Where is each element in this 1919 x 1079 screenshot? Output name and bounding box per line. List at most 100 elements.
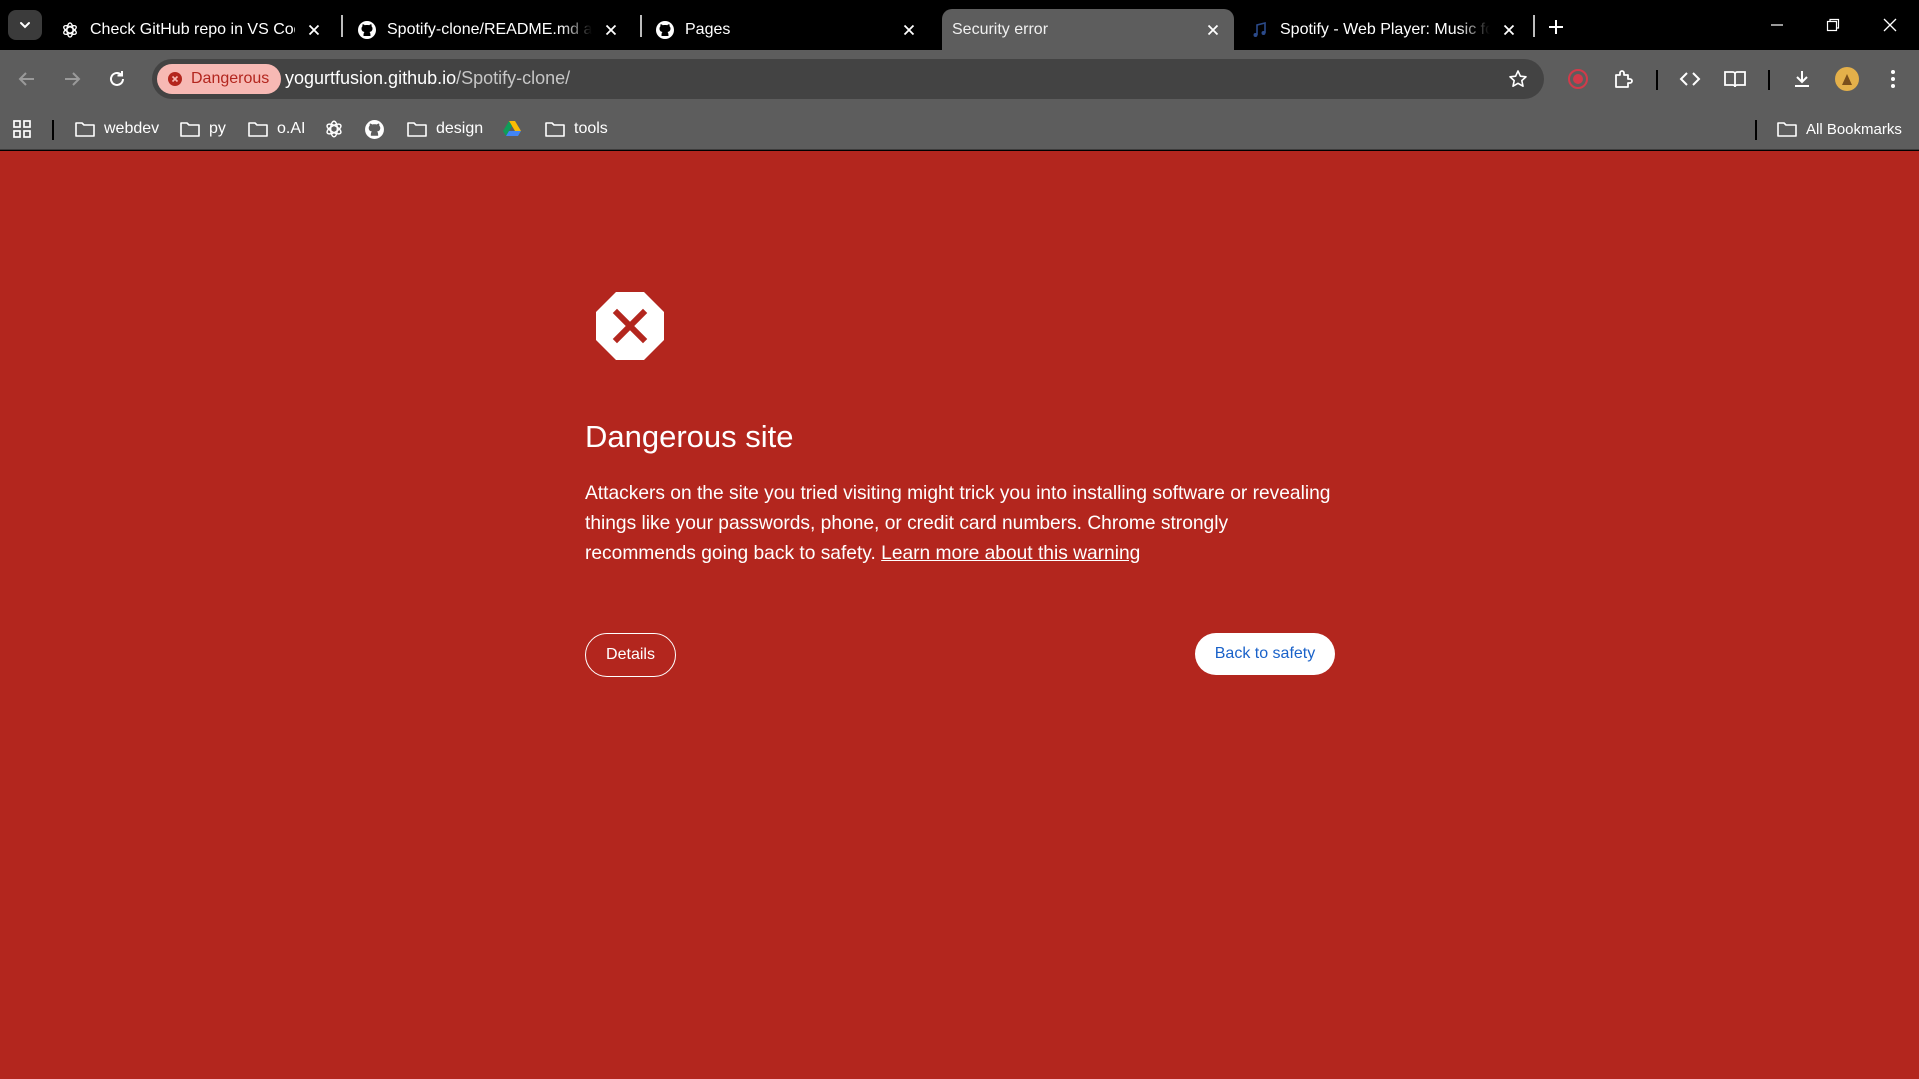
reload-icon [110,71,124,86]
back-button[interactable] [10,62,44,96]
openai-icon [60,20,80,40]
github-icon [365,119,384,139]
bookmarks-separator [52,120,54,140]
tab-search-button[interactable] [8,10,42,40]
extensions-menu-button[interactable] [1607,63,1639,95]
code-icon [1679,72,1701,86]
tab-spotify[interactable]: Spotify - Web Player: Music for [1240,9,1530,50]
tab-title: Security error [952,20,1049,38]
security-interstitial: Dangerous site Attackers on the site you… [0,151,1919,1079]
reload-button[interactable] [100,62,134,96]
bookmark-folder-design[interactable]: design [406,114,483,144]
avatar [1835,67,1859,91]
bookmark-label: webdev [104,120,160,137]
learn-more-link[interactable]: Learn more about this warning [881,543,1140,564]
close-icon[interactable] [898,19,920,41]
bookmark-openai[interactable] [324,114,344,144]
folder-icon [75,122,95,137]
restore-icon [1826,18,1840,32]
record-extension-icon [1568,69,1588,89]
chevron-down-icon [20,22,30,29]
bookmark-star-button[interactable] [1506,67,1530,91]
bookmark-label: py [209,120,226,137]
plus-icon [1549,20,1563,34]
error-icon [168,72,182,86]
stop-sign-error-icon [596,292,664,360]
github-icon [357,20,377,40]
close-window-button[interactable] [1870,8,1910,42]
bookmarks-bar: webdev py o.AI design tools All Bookmark… [0,108,1919,150]
devtools-button[interactable] [1674,63,1706,95]
extension-button[interactable] [1562,63,1594,95]
all-bookmarks-button[interactable]: All Bookmarks [1776,114,1902,144]
bookmark-folder-tools[interactable]: tools [544,114,608,144]
minimize-icon [1771,24,1783,26]
minimize-button[interactable] [1757,8,1797,42]
tab-strip: Check GitHub repo in VS Code Spotify-clo… [0,0,1919,50]
bookmark-label: tools [574,120,608,137]
folder-icon [407,122,427,137]
restore-button[interactable] [1813,8,1853,42]
bookmark-folder-webdev[interactable]: webdev [74,114,159,144]
details-button[interactable]: Details [585,633,676,677]
tab-separator [640,15,642,37]
all-bookmarks-label: All Bookmarks [1806,120,1902,138]
openai-icon [326,120,342,138]
tab-title: Check GitHub repo in VS Code [90,20,295,38]
bookmark-folder-oai[interactable]: o.AI [247,114,305,144]
tab-separator [341,15,343,37]
star-icon [1509,70,1527,87]
chrome-menu-button[interactable] [1877,63,1909,95]
page-title: Dangerous site [585,419,794,454]
tab-security-error[interactable]: Security error [942,9,1234,50]
toolbar-separator [1768,70,1770,90]
folder-icon [180,122,200,137]
bookmarks-separator [1755,120,1757,140]
tab-github-pages[interactable]: Pages [645,9,930,50]
more-vert-icon [1891,70,1895,88]
close-icon[interactable] [303,19,325,41]
tab-github-readme[interactable]: Spotify-clone/README.md at m [347,9,632,50]
url-host: yogurtfusion.github.io [285,68,457,88]
address-bar[interactable]: Dangerous yogurtfusion.github.io/Spotify… [152,59,1544,99]
warning-message: Attackers on the site you tried visiting… [585,479,1337,569]
bookmark-folder-py[interactable]: py [179,114,226,144]
book-icon [1724,71,1746,88]
security-chip-label: Dangerous [191,70,270,87]
reading-mode-button[interactable] [1719,63,1751,95]
tab-chatgpt[interactable]: Check GitHub repo in VS Code [50,9,335,50]
close-icon [1883,18,1897,32]
url-path: /Spotify-clone/ [456,68,571,88]
bookmark-label: design [436,120,484,137]
close-icon[interactable] [1498,19,1520,41]
tab-title: Spotify - Web Player: Music for [1280,20,1490,38]
back-to-safety-button[interactable]: Back to safety [1195,633,1335,675]
forward-button[interactable] [55,62,89,96]
toolbar-separator [1656,70,1658,90]
apps-button[interactable] [12,114,32,144]
tab-title: Spotify-clone/README.md at m [387,20,592,38]
close-icon[interactable] [1202,19,1224,41]
arrow-left-icon [18,72,34,86]
puzzle-icon [1615,70,1633,88]
folder-icon [1777,122,1797,137]
browser-toolbar: Dangerous yogurtfusion.github.io/Spotify… [0,50,1919,108]
github-icon [655,20,675,40]
bookmark-google-drive[interactable] [502,114,522,144]
tab-separator [1533,15,1535,37]
url-text[interactable]: yogurtfusion.github.io/Spotify-clone/ [285,68,570,89]
bookmark-github[interactable] [364,114,385,144]
arrow-right-icon [65,72,81,86]
download-icon [1795,71,1809,87]
folder-icon [248,122,268,137]
spotify-audio-icon [1250,20,1270,40]
tab-title: Pages [685,20,731,38]
profile-button[interactable] [1831,63,1863,95]
folder-icon [545,122,565,137]
google-drive-icon [503,121,521,136]
security-chip[interactable]: Dangerous [157,64,282,94]
downloads-button[interactable] [1786,63,1818,95]
apps-grid-icon [13,120,31,138]
close-icon[interactable] [600,19,622,41]
new-tab-button[interactable] [1542,13,1570,41]
